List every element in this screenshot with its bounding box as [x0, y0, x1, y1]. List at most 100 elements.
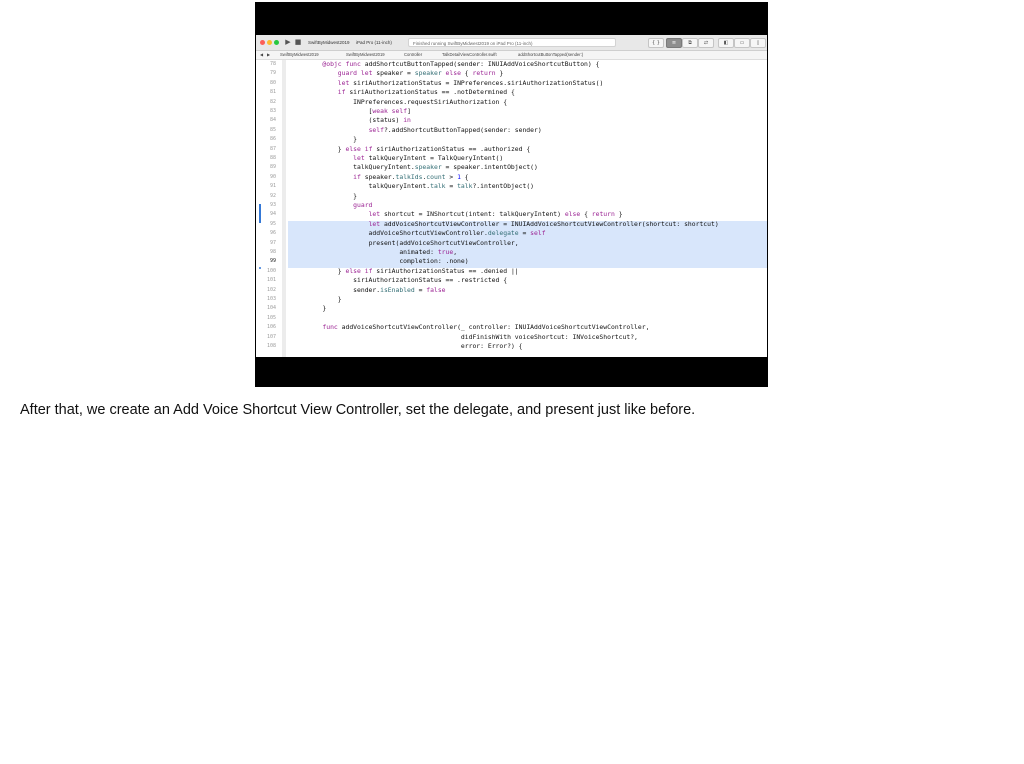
- code-token: present: [368, 238, 396, 247]
- code-line[interactable]: 79 guard let speaker = speaker else { re…: [256, 69, 767, 78]
- code-line[interactable]: 95 let addVoiceShortcutViewController = …: [256, 220, 767, 229]
- line-number: 104: [266, 305, 276, 312]
- code-line[interactable]: 90 if speaker.talkIds.count > 1 {: [256, 173, 767, 182]
- code-line[interactable]: 93 guard: [256, 201, 767, 210]
- code-line[interactable]: 88 let talkQueryIntent = TalkQueryIntent…: [256, 154, 767, 163]
- minimize-window-button[interactable]: [267, 40, 272, 45]
- jumpbar-item-project[interactable]: SwiftByMidwest2019: [280, 51, 319, 59]
- code-line[interactable]: 89 talkQueryIntent.speaker = speaker.int…: [256, 163, 767, 172]
- code-token: {: [584, 210, 592, 219]
- code-text: let talkQueryIntent = TalkQueryIntent(): [307, 154, 503, 163]
- code-line[interactable]: 108 error: Error?) {: [256, 342, 767, 351]
- code-token: let: [368, 219, 384, 228]
- code-line[interactable]: 86 }: [256, 135, 767, 144]
- code-line[interactable]: 85 self?.addShortcutButtonTapped(sender:…: [256, 126, 767, 135]
- code-line[interactable]: 100 } else if siriAuthorizationStatus ==…: [256, 267, 767, 276]
- code-line[interactable]: 94 let shortcut = INShortcut(intent: tal…: [256, 210, 767, 219]
- navigator-toggle-button[interactable]: ◧: [718, 38, 734, 48]
- scheme-selector[interactable]: SwiftByMidwest2019: [308, 38, 350, 47]
- code-token: addShortcutButtonTapped(sender:: [364, 60, 488, 68]
- code-token: addVoiceShortcutViewController(_ control…: [341, 323, 515, 332]
- code-line[interactable]: 96 addVoiceShortcutViewController.delega…: [256, 229, 767, 238]
- code-token: talkQueryIntent =: [368, 154, 438, 162]
- jumpbar-item-file[interactable]: TalkDetailViewController.swift: [442, 51, 497, 59]
- code-token: count: [426, 172, 446, 181]
- code-token: intentObject: [480, 182, 527, 191]
- library-button[interactable]: { }: [648, 38, 664, 48]
- code-token: siriAuthorizationStatus == .: [376, 144, 485, 153]
- code-token: (): [530, 163, 538, 172]
- code-token: else: [445, 69, 465, 78]
- stop-button[interactable]: ■: [294, 38, 302, 47]
- code-line[interactable]: 101 siriAuthorizationStatus == .restrict…: [256, 276, 767, 285]
- code-line[interactable]: 106 func addVoiceShortcutViewController(…: [256, 323, 767, 332]
- line-number: 101: [266, 277, 276, 284]
- code-token: {: [522, 144, 531, 153]
- version-editor-button[interactable]: ⇄: [698, 38, 714, 48]
- code-token: sender.: [307, 285, 381, 294]
- code-line[interactable]: 91 talkQueryIntent.talk = talk?.intentOb…: [256, 182, 767, 191]
- code-token: shortcut =: [383, 210, 427, 219]
- standard-editor-button[interactable]: ≡: [666, 38, 682, 48]
- code-text: error: Error?) {: [307, 342, 523, 351]
- code-line[interactable]: 103 }: [256, 295, 767, 304]
- inspector-toggle-button[interactable]: ▯: [750, 38, 766, 48]
- code-token: ): [464, 257, 469, 266]
- code-token: requestSiriAuthorization: [407, 97, 500, 106]
- code-token: }: [307, 135, 358, 144]
- code-line[interactable]: 80 let siriAuthorizationStatus = INPrefe…: [256, 79, 767, 88]
- code-text: (status) in: [307, 116, 411, 125]
- code-token: siriAuthorizationStatus == .: [376, 266, 485, 275]
- jumpbar-item-method[interactable]: addShortcutButtonTapped(sender:): [518, 51, 583, 59]
- code-token: }: [307, 144, 346, 153]
- code-line[interactable]: 78 @objc func addShortcutButtonTapped(se…: [256, 60, 767, 69]
- code-token: false: [426, 285, 446, 294]
- code-token: ) {: [587, 60, 600, 68]
- line-number: 95: [269, 220, 276, 227]
- code-text: @objc func addShortcutButtonTapped(sende…: [307, 60, 599, 69]
- jumpbar-item-folder[interactable]: Controller: [404, 51, 422, 59]
- code-token: =: [414, 285, 427, 294]
- code-line[interactable]: 99 completion: .none): [256, 257, 767, 266]
- code-token: addVoiceShortcutViewController.: [307, 229, 488, 238]
- close-window-button[interactable]: [260, 40, 265, 45]
- debug-area-toggle-button[interactable]: ▭: [734, 38, 750, 48]
- code-line[interactable]: 87 } else if siriAuthorizationStatus == …: [256, 145, 767, 154]
- code-token: (): [595, 78, 604, 87]
- zoom-window-button[interactable]: [274, 40, 279, 45]
- code-line[interactable]: 82 INPreferences.requestSiriAuthorizatio…: [256, 98, 767, 107]
- code-line[interactable]: 84 (status) in: [256, 116, 767, 125]
- code-token: (): [495, 154, 504, 162]
- code-text: sender.isEnabled = false: [307, 285, 446, 295]
- source-editor[interactable]: 78 @objc func addShortcutButtonTapped(se…: [256, 60, 767, 357]
- jumpbar-back-icon[interactable]: ◀: [260, 51, 263, 59]
- code-line[interactable]: 104 }: [256, 304, 767, 313]
- code-line[interactable]: 92 }: [256, 192, 767, 201]
- code-line[interactable]: 98 animated: true,: [256, 248, 767, 257]
- code-line[interactable]: 107 didFinishWith voiceShortcut: INVoice…: [256, 333, 767, 342]
- run-button[interactable]: ▶: [284, 38, 292, 47]
- code-line[interactable]: 97 present(addVoiceShortcutViewControlle…: [256, 239, 767, 248]
- code-text: if speaker.talkIds.count > 1 {: [307, 172, 468, 182]
- code-token: INShortcut: [426, 210, 465, 219]
- jumpbar-item-group[interactable]: SwiftByMidwest2019: [346, 51, 385, 59]
- code-line[interactable]: 102 sender.isEnabled = false: [256, 286, 767, 295]
- line-number: 83: [269, 108, 276, 114]
- jumpbar-forward-icon[interactable]: ▶: [267, 51, 270, 59]
- code-token: ,: [645, 323, 650, 332]
- line-number: 99: [269, 258, 276, 265]
- code-text: present(addVoiceShortcutViewController,: [307, 239, 519, 248]
- code-text: talkQueryIntent.talk = talk?.intentObjec…: [307, 182, 534, 191]
- code-token: if: [364, 266, 377, 275]
- xcode-toolbar: ▶ ■ SwiftByMidwest2019 iPad Pro (11-inch…: [256, 35, 767, 51]
- assistant-editor-button[interactable]: ⧉: [682, 38, 698, 48]
- code-line[interactable]: 83 [weak self]: [256, 107, 767, 116]
- code-token: none: [449, 257, 465, 266]
- code-line[interactable]: 105: [256, 314, 767, 323]
- code-line[interactable]: 81 if siriAuthorizationStatus == .notDet…: [256, 88, 767, 97]
- destination-selector[interactable]: iPad Pro (11-inch): [356, 38, 392, 47]
- code-token: ?,: [630, 332, 638, 341]
- line-number: 81: [269, 89, 276, 96]
